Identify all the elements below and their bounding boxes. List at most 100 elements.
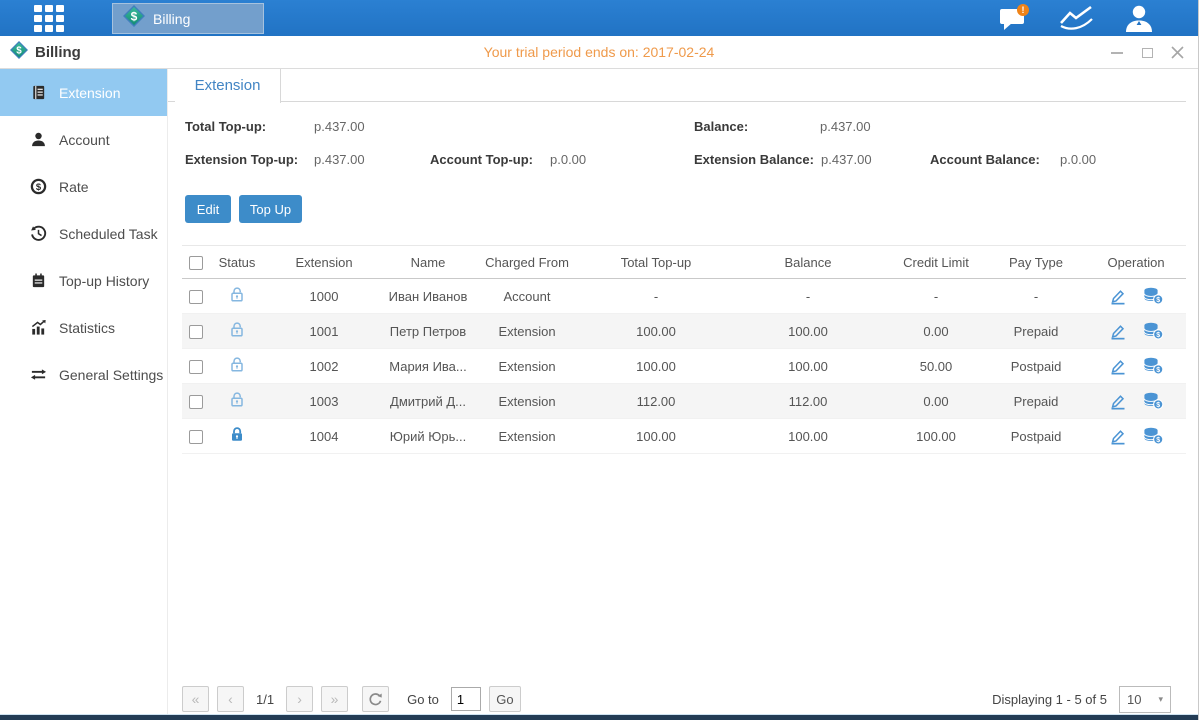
- sidebar-label: Top-up History: [59, 273, 149, 289]
- cell-charged-from: Extension: [472, 359, 582, 374]
- maximize-icon[interactable]: [1140, 46, 1154, 60]
- table-header-row: Status Extension Name Charged From Total…: [182, 246, 1186, 279]
- cell-balance: -: [730, 289, 886, 304]
- edit-pencil-icon[interactable]: [1108, 428, 1127, 445]
- row-checkbox[interactable]: [189, 325, 203, 339]
- lock-open-icon: [229, 291, 245, 306]
- topup-coins-icon[interactable]: $: [1143, 357, 1164, 375]
- pagination-bar: « ‹ 1/1 › » Go to Go Displaying 1 - 5 of…: [182, 686, 1171, 714]
- billing-diamond-icon-small: $: [10, 41, 28, 64]
- col-operation: Operation: [1086, 255, 1186, 270]
- sidebar-item-general-settings[interactable]: General Settings: [0, 351, 167, 398]
- table-row: 1001 Петр Петров Extension 100.00 100.00…: [182, 314, 1186, 349]
- user-account-icon[interactable]: [1120, 3, 1158, 33]
- col-name: Name: [384, 255, 472, 270]
- next-page-button[interactable]: ›: [286, 686, 313, 712]
- last-page-button[interactable]: »: [321, 686, 348, 712]
- topup-coins-icon[interactable]: $: [1143, 427, 1164, 445]
- account-balance-value: p.0.00: [1060, 152, 1096, 167]
- svg-text:$: $: [1156, 297, 1160, 304]
- cell-charged-from: Extension: [472, 394, 582, 409]
- row-checkbox[interactable]: [189, 395, 203, 409]
- cell-credit-limit: 0.00: [886, 324, 986, 339]
- cell-pay-type: Prepaid: [986, 324, 1086, 339]
- sidebar-item-account[interactable]: Account: [0, 116, 167, 163]
- page-size-select[interactable]: 10 ▾: [1119, 686, 1171, 713]
- edit-button[interactable]: Edit: [185, 195, 231, 223]
- cell-total-topup: 100.00: [582, 359, 730, 374]
- cell-name: Юрий Юрь...: [384, 429, 472, 444]
- svg-text:!: !: [1022, 5, 1025, 15]
- sidebar-label: Account: [59, 132, 110, 148]
- cell-balance: 100.00: [730, 359, 886, 374]
- cell-pay-type: Postpaid: [986, 359, 1086, 374]
- row-checkbox[interactable]: [189, 360, 203, 374]
- refresh-button[interactable]: [362, 686, 389, 712]
- sidebar-item-topup-history[interactable]: Top-up History: [0, 257, 167, 304]
- goto-page-input[interactable]: [451, 687, 481, 711]
- lock-closed-icon: [229, 431, 245, 446]
- svg-text:$: $: [36, 182, 42, 193]
- cell-charged-from: Account: [472, 289, 582, 304]
- cell-credit-limit: 0.00: [886, 394, 986, 409]
- select-all-checkbox[interactable]: [189, 256, 203, 270]
- cell-pay-type: -: [986, 289, 1086, 304]
- sidebar-item-rate[interactable]: $ Rate: [0, 163, 167, 210]
- notifications-chat-icon[interactable]: !: [996, 3, 1034, 33]
- cell-pay-type: Prepaid: [986, 394, 1086, 409]
- table-body: 1000 Иван Иванов Account - - - -: [182, 279, 1186, 454]
- cell-total-topup: -: [582, 289, 730, 304]
- cell-credit-limit: 50.00: [886, 359, 986, 374]
- col-status: Status: [210, 255, 264, 270]
- table-row: 1004 Юрий Юрь... Extension 100.00 100.00…: [182, 419, 1186, 454]
- resource-monitor-chart-icon[interactable]: [1058, 3, 1096, 33]
- cell-total-topup: 112.00: [582, 394, 730, 409]
- sidebar-label: Scheduled Task: [59, 226, 158, 242]
- go-button[interactable]: Go: [489, 686, 521, 712]
- edit-pencil-icon[interactable]: [1108, 393, 1127, 410]
- edit-pencil-icon[interactable]: [1108, 288, 1127, 305]
- top-bar: $ Billing !: [0, 0, 1198, 36]
- cell-total-topup: 100.00: [582, 429, 730, 444]
- topup-coins-icon[interactable]: $: [1143, 392, 1164, 410]
- dollar-circle-icon: $: [30, 178, 47, 195]
- topbar-billing-tab[interactable]: $ Billing: [112, 3, 264, 34]
- account-balance-label: Account Balance:: [930, 152, 1040, 167]
- topup-coins-icon[interactable]: $: [1143, 322, 1164, 340]
- extension-topup-label: Extension Top-up:: [185, 152, 298, 167]
- extension-balance-value: p.437.00: [821, 152, 872, 167]
- close-icon[interactable]: [1170, 46, 1184, 60]
- edit-pencil-icon[interactable]: [1108, 358, 1127, 375]
- extension-topup-value: p.437.00: [314, 152, 365, 167]
- edit-pencil-icon[interactable]: [1108, 323, 1127, 340]
- sidebar-label: General Settings: [59, 367, 163, 383]
- topup-button[interactable]: Top Up: [239, 195, 302, 223]
- balance-label: Balance:: [694, 119, 748, 134]
- sidebar-item-scheduled-task[interactable]: Scheduled Task: [0, 210, 167, 257]
- main-content: Extension Total Top-up: p.437.00 Balance…: [168, 69, 1199, 714]
- notebook-icon: [30, 272, 47, 289]
- cell-charged-from: Extension: [472, 429, 582, 444]
- cell-extension: 1003: [264, 394, 384, 409]
- person-icon: [30, 131, 47, 148]
- minimize-icon[interactable]: [1110, 46, 1124, 60]
- ledger-icon: [30, 84, 47, 101]
- svg-text:$: $: [16, 46, 22, 57]
- app-launcher-grid-icon[interactable]: [34, 5, 70, 32]
- first-page-button[interactable]: «: [182, 686, 209, 712]
- topbar-tab-label: Billing: [153, 11, 190, 27]
- cell-name: Иван Иванов: [384, 289, 472, 304]
- account-topup-label: Account Top-up:: [430, 152, 533, 167]
- col-pay-type: Pay Type: [986, 255, 1086, 270]
- sidebar-label: Rate: [59, 179, 89, 195]
- topup-coins-icon[interactable]: $: [1143, 287, 1164, 305]
- balance-value: p.437.00: [820, 119, 871, 134]
- row-checkbox[interactable]: [189, 430, 203, 444]
- row-checkbox[interactable]: [189, 290, 203, 304]
- lock-open-icon: [229, 326, 245, 341]
- tab-extension[interactable]: Extension: [175, 69, 281, 103]
- cell-extension: 1001: [264, 324, 384, 339]
- sidebar-item-extension[interactable]: Extension: [0, 69, 167, 116]
- prev-page-button[interactable]: ‹: [217, 686, 244, 712]
- sidebar-item-statistics[interactable]: Statistics: [0, 304, 167, 351]
